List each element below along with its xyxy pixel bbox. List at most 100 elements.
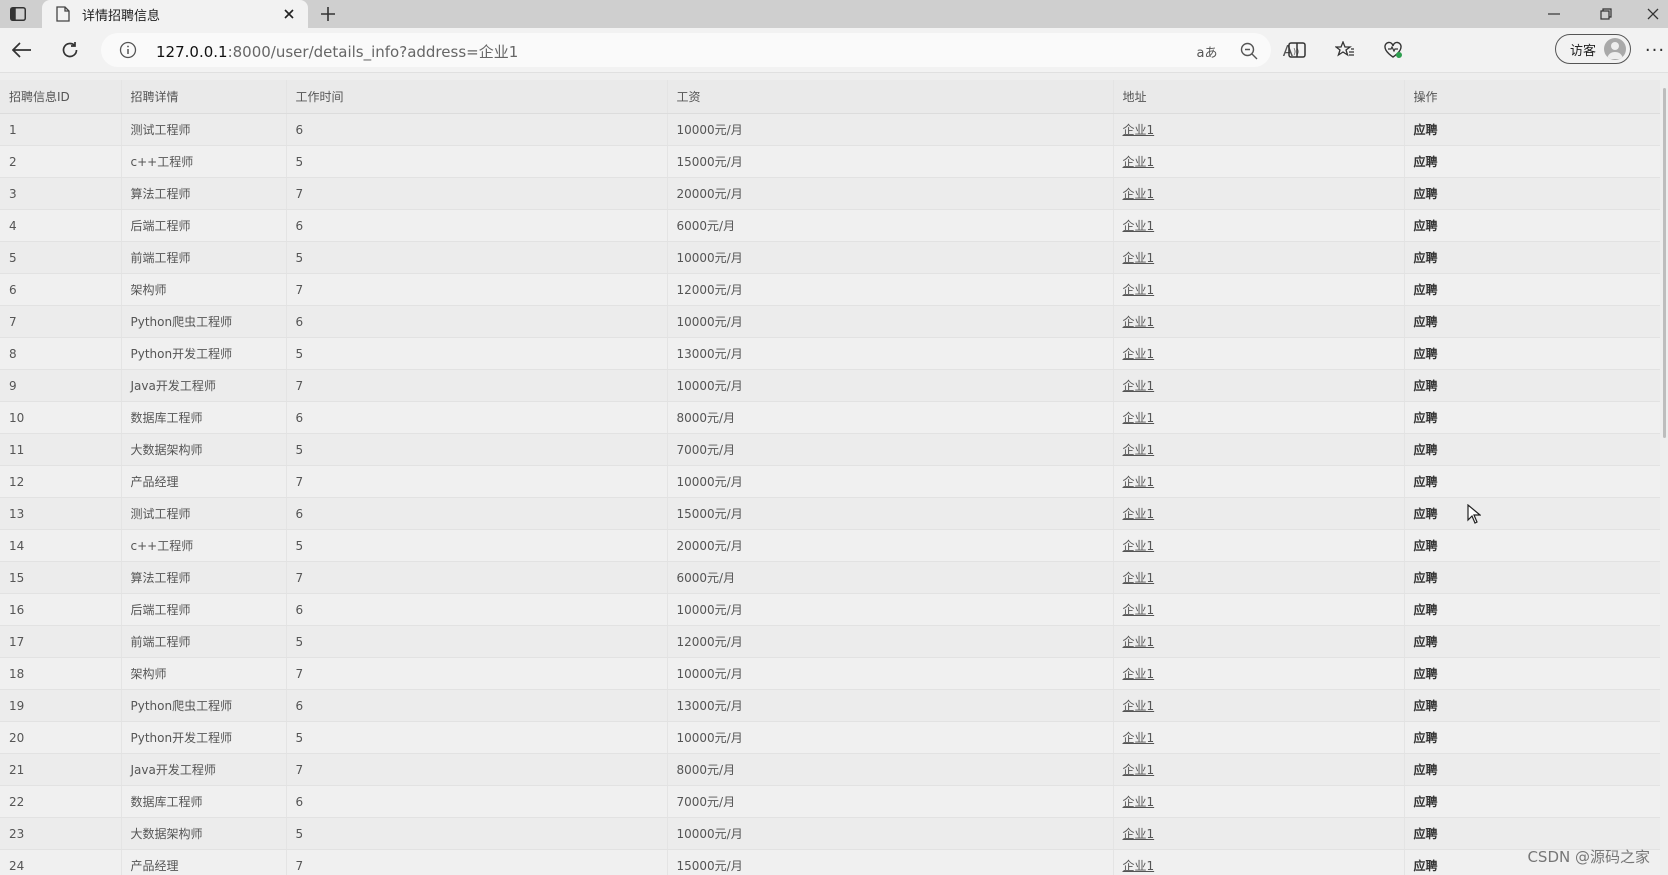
cell-detail: 架构师	[121, 657, 287, 690]
cell-detail: 数据库工程师	[121, 401, 287, 434]
apply-link[interactable]: 应聘	[1414, 699, 1438, 713]
refresh-icon[interactable]	[58, 38, 82, 62]
apply-link[interactable]: 应聘	[1414, 315, 1438, 329]
new-tab-icon[interactable]	[318, 4, 338, 24]
cell-address: 企业1	[1113, 689, 1405, 722]
address-link[interactable]: 企业1	[1123, 251, 1155, 265]
tab-actions-icon[interactable]	[9, 5, 27, 23]
cell-detail: 算法工程师	[121, 177, 287, 210]
cell-work-time: 6	[286, 497, 668, 530]
apply-link[interactable]: 应聘	[1414, 731, 1438, 745]
address-link[interactable]: 企业1	[1123, 155, 1155, 169]
table-row: 13 测试工程师 6 15000元/月 企业1 应聘	[0, 497, 1660, 530]
apply-link[interactable]: 应聘	[1414, 859, 1438, 873]
address-link[interactable]: 企业1	[1123, 411, 1155, 425]
apply-link[interactable]: 应聘	[1414, 475, 1438, 489]
apply-link[interactable]: 应聘	[1414, 603, 1438, 617]
cell-action: 应聘	[1404, 305, 1660, 338]
apply-link[interactable]: 应聘	[1414, 155, 1438, 169]
address-bar[interactable]: 127.0.0.1:8000/user/details_info?address…	[101, 33, 1299, 67]
apply-link[interactable]: 应聘	[1414, 635, 1438, 649]
address-link[interactable]: 企业1	[1123, 699, 1155, 713]
address-link[interactable]: 企业1	[1123, 731, 1155, 745]
cell-action: 应聘	[1404, 241, 1660, 274]
address-link[interactable]: 企业1	[1123, 379, 1155, 393]
profile-button[interactable]: 访客	[1555, 34, 1631, 64]
apply-link[interactable]: 应聘	[1414, 379, 1438, 393]
address-link[interactable]: 企业1	[1123, 347, 1155, 361]
restore-icon[interactable]	[1595, 4, 1617, 24]
apply-link[interactable]: 应聘	[1414, 827, 1438, 841]
header-action: 操作	[1404, 80, 1660, 114]
address-link[interactable]: 企业1	[1123, 219, 1155, 233]
address-link[interactable]: 企业1	[1123, 763, 1155, 777]
apply-link[interactable]: 应聘	[1414, 667, 1438, 681]
table-row: 20 Python开发工程师 5 10000元/月 企业1 应聘	[0, 721, 1660, 754]
cell-salary: 10000元/月	[667, 593, 1114, 626]
apply-link[interactable]: 应聘	[1414, 251, 1438, 265]
cell-work-time: 5	[286, 241, 668, 274]
minimize-icon[interactable]	[1543, 4, 1565, 24]
table-row: 4 后端工程师 6 6000元/月 企业1 应聘	[0, 209, 1660, 242]
cell-work-time: 5	[286, 817, 668, 850]
cell-id: 8	[0, 337, 122, 370]
cell-action: 应聘	[1404, 593, 1660, 626]
address-link[interactable]: 企业1	[1123, 123, 1155, 137]
address-link[interactable]: 企业1	[1123, 603, 1155, 617]
browser-essentials-icon[interactable]	[1381, 38, 1405, 62]
split-screen-icon[interactable]	[1285, 38, 1309, 62]
table-row: 5 前端工程师 5 10000元/月 企业1 应聘	[0, 241, 1660, 274]
address-link[interactable]: 企业1	[1123, 571, 1155, 585]
address-link[interactable]: 企业1	[1123, 859, 1155, 873]
tab-title: 详情招聘信息	[82, 8, 161, 24]
address-link[interactable]: 企业1	[1123, 827, 1155, 841]
apply-link[interactable]: 应聘	[1414, 795, 1438, 809]
site-info-icon[interactable]	[119, 41, 137, 59]
apply-link[interactable]: 应聘	[1414, 283, 1438, 297]
apply-link[interactable]: 应聘	[1414, 347, 1438, 361]
settings-more-icon[interactable]: ···	[1644, 38, 1666, 62]
address-link[interactable]: 企业1	[1123, 315, 1155, 329]
cell-action: 应聘	[1404, 785, 1660, 818]
address-link[interactable]: 企业1	[1123, 443, 1155, 457]
apply-link[interactable]: 应聘	[1414, 123, 1438, 137]
apply-link[interactable]: 应聘	[1414, 411, 1438, 425]
cell-id: 24	[0, 849, 122, 875]
url-text[interactable]: 127.0.0.1:8000/user/details_info?address…	[156, 41, 518, 62]
cell-address: 企业1	[1113, 721, 1405, 754]
address-link[interactable]: 企业1	[1123, 667, 1155, 681]
apply-link[interactable]: 应聘	[1414, 539, 1438, 553]
address-link[interactable]: 企业1	[1123, 795, 1155, 809]
address-link[interactable]: 企业1	[1123, 475, 1155, 489]
table-row: 22 数据库工程师 6 7000元/月 企业1 应聘	[0, 785, 1660, 818]
address-link[interactable]: 企业1	[1123, 187, 1155, 201]
address-link[interactable]: 企业1	[1123, 507, 1155, 521]
address-link[interactable]: 企业1	[1123, 539, 1155, 553]
apply-link[interactable]: 应聘	[1414, 187, 1438, 201]
apply-link[interactable]: 应聘	[1414, 763, 1438, 777]
cell-detail: 测试工程师	[121, 113, 287, 146]
favorites-icon[interactable]	[1333, 38, 1357, 62]
cell-work-time: 6	[286, 305, 668, 338]
address-link[interactable]: 企业1	[1123, 635, 1155, 649]
active-tab[interactable]: 详情招聘信息	[42, 0, 308, 28]
title-bar: 详情招聘信息	[0, 0, 1668, 28]
zoom-out-icon[interactable]	[1238, 41, 1260, 61]
vertical-scrollbar[interactable]	[1663, 88, 1666, 438]
translate-icon[interactable]: aあ	[1196, 41, 1218, 61]
back-arrow-icon[interactable]	[10, 38, 34, 62]
close-window-icon[interactable]	[1642, 4, 1664, 24]
cell-action: 应聘	[1404, 465, 1660, 498]
apply-link[interactable]: 应聘	[1414, 443, 1438, 457]
cell-action: 应聘	[1404, 273, 1660, 306]
address-link[interactable]: 企业1	[1123, 283, 1155, 297]
apply-link[interactable]: 应聘	[1414, 219, 1438, 233]
apply-link[interactable]: 应聘	[1414, 571, 1438, 585]
apply-link[interactable]: 应聘	[1414, 507, 1438, 521]
cell-address: 企业1	[1113, 849, 1405, 875]
cell-work-time: 5	[286, 721, 668, 754]
page-icon	[56, 6, 70, 22]
table-row: 17 前端工程师 5 12000元/月 企业1 应聘	[0, 625, 1660, 658]
cell-work-time: 7	[286, 369, 668, 402]
close-tab-icon[interactable]	[280, 5, 298, 23]
